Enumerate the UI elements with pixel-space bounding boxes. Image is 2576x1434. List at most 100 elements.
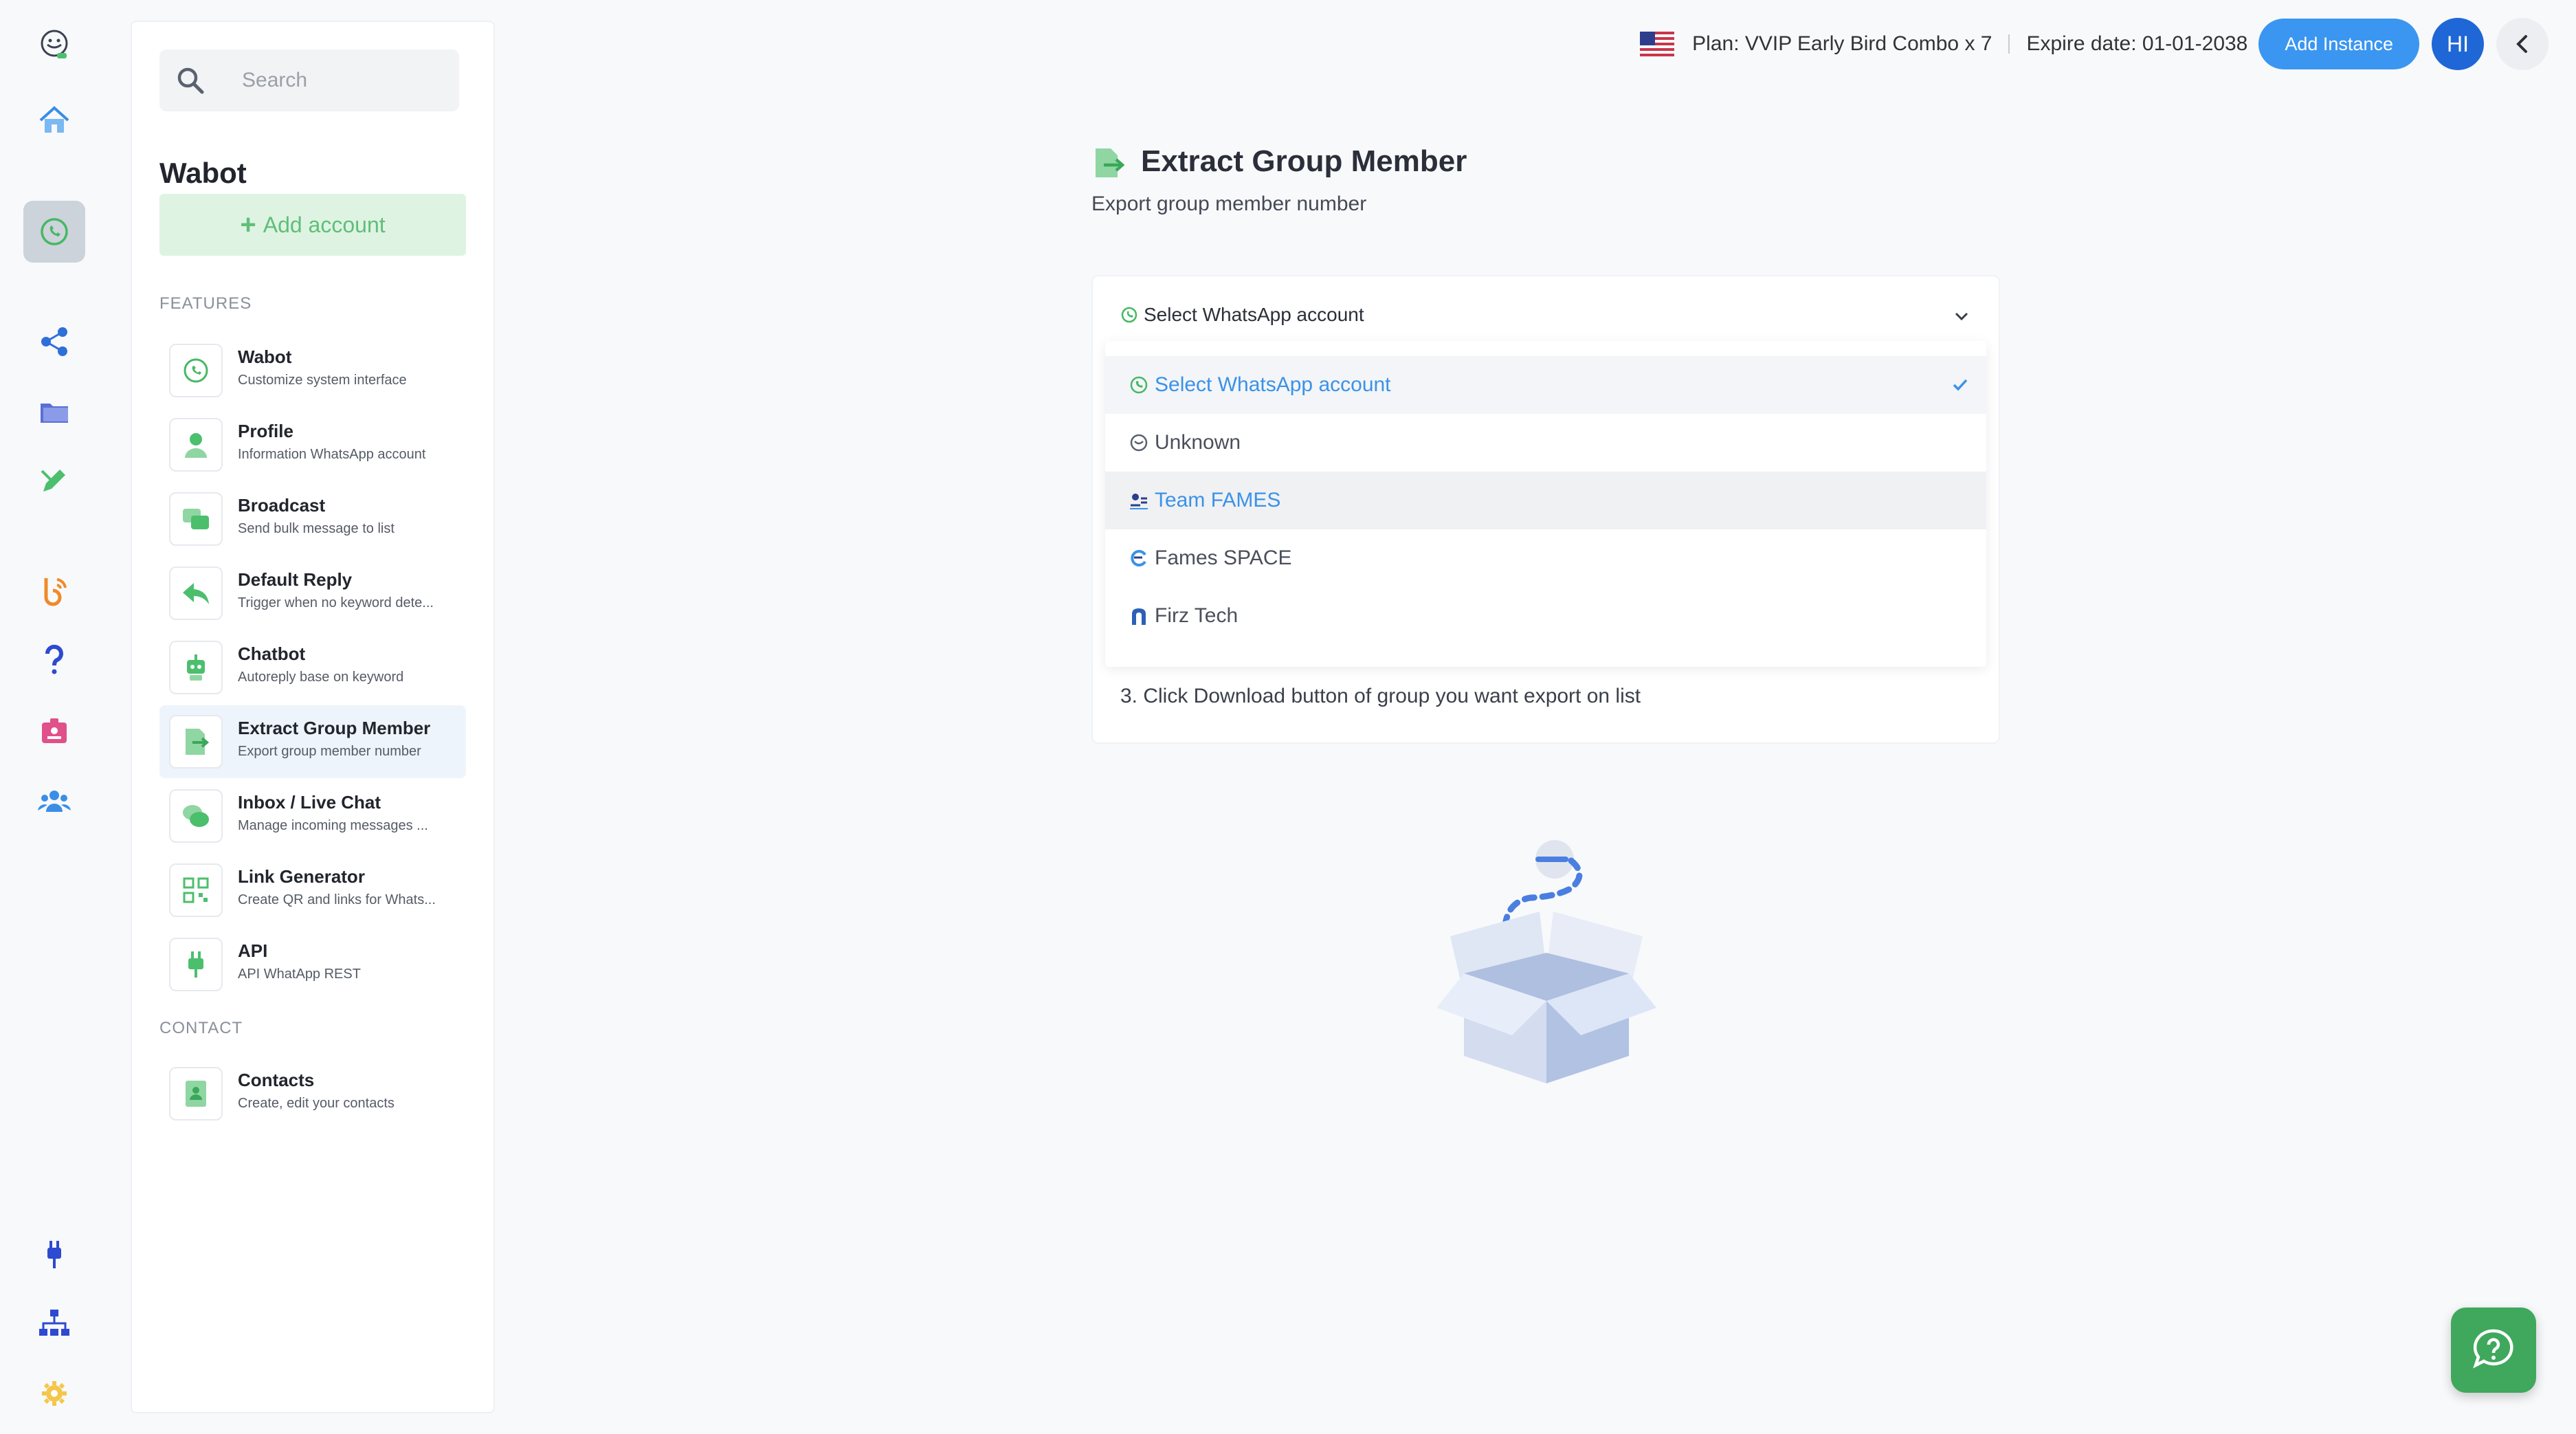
page-subtitle: Export group member number <box>1091 192 1367 215</box>
feature-title: Profile <box>238 421 293 441</box>
whatsapp-icon <box>1130 376 1148 394</box>
icon-rail <box>0 0 109 1434</box>
users-icon[interactable] <box>23 770 85 832</box>
logo-icon[interactable] <box>23 14 85 76</box>
feature-desc: Create, edit your contacts <box>238 1096 395 1111</box>
plus-icon: + <box>240 209 256 240</box>
feature-desc: Autoreply base on keyword <box>238 670 404 685</box>
contacts-icon <box>169 1067 223 1121</box>
feature-desc: Customize system interface <box>238 373 407 388</box>
feature-title: API <box>238 940 268 961</box>
page-title: Extract Group Member <box>1141 144 1467 178</box>
avatar[interactable]: HI <box>2432 18 2484 70</box>
feature-desc: Information WhatsApp account <box>238 447 426 462</box>
chevron-left-icon <box>2516 35 2527 53</box>
chevron-down-icon <box>1955 312 1968 321</box>
export-icon <box>1096 148 1125 177</box>
team-fames-logo-icon <box>1130 494 1148 509</box>
feature-broadcast[interactable]: Broadcast Send bulk message to list <box>159 483 466 555</box>
whatsapp-icon <box>1121 307 1137 323</box>
feature-title: Chatbot <box>238 643 306 664</box>
panel-title: Wabot <box>159 157 247 189</box>
help-icon[interactable] <box>23 628 85 690</box>
blog-icon[interactable] <box>23 560 85 621</box>
us-flag-icon[interactable] <box>1640 32 1675 56</box>
whatsapp-icon[interactable] <box>23 201 85 263</box>
help-chat-button[interactable] <box>2451 1308 2536 1393</box>
plan-text: Plan: VVIP Early Bird Combo x 7 <box>1692 32 1992 55</box>
feature-desc: Send bulk message to list <box>238 521 395 536</box>
feature-desc: Export group member number <box>238 744 421 759</box>
option-label: Team FAMES <box>1155 489 1281 511</box>
feature-title: Extract Group Member <box>238 718 431 738</box>
whatsapp-icon <box>169 344 223 397</box>
pencil-icon[interactable] <box>23 450 85 511</box>
feature-title: Broadcast <box>238 495 326 516</box>
feature-title: Inbox / Live Chat <box>238 792 381 813</box>
option-firz-tech[interactable]: Firz Tech <box>1105 587 1986 645</box>
plug-icon[interactable] <box>23 1224 85 1286</box>
export-icon <box>169 715 223 769</box>
option-label: Fames SPACE <box>1155 547 1292 569</box>
qr-icon <box>169 863 223 917</box>
option-fames-space[interactable]: Fames SPACE <box>1105 529 1986 587</box>
search-icon <box>177 67 204 94</box>
instruction-step-3: 3. Click Download button of group you wa… <box>1120 685 1641 707</box>
expire-date-text: Expire date: 01-01-2038 <box>2026 32 2248 55</box>
add-account-label: Add account <box>263 212 386 237</box>
feature-wabot[interactable]: Wabot Customize system interface <box>159 334 466 407</box>
feature-desc: Manage incoming messages ... <box>238 818 428 833</box>
feature-title: Contacts <box>238 1070 315 1090</box>
contact-section-label: CONTACT <box>159 1019 243 1037</box>
feature-desc: API WhatApp REST <box>238 967 361 982</box>
feature-inbox-live-chat[interactable]: Inbox / Live Chat Manage incoming messag… <box>159 780 466 852</box>
home-icon[interactable] <box>23 89 85 151</box>
robot-icon <box>169 641 223 694</box>
sitemap-icon[interactable] <box>23 1292 85 1354</box>
option-label: Unknown <box>1155 431 1241 454</box>
feature-contacts[interactable]: Contacts Create, edit your contacts <box>159 1057 466 1130</box>
gear-icon[interactable] <box>23 1363 85 1424</box>
share-icon[interactable] <box>23 311 85 373</box>
account-dropdown-menu: Select WhatsApp account Unknown Team FAM… <box>1105 341 1986 667</box>
feature-title: Link Generator <box>238 866 365 887</box>
folder-icon[interactable] <box>23 381 85 443</box>
option-select-whatsapp-account[interactable]: Select WhatsApp account <box>1105 356 1986 414</box>
whatsapp-account-select[interactable]: Select WhatsApp account <box>1105 289 1986 341</box>
user-icon <box>169 418 223 472</box>
id-card-icon[interactable] <box>23 700 85 762</box>
feature-desc: Create QR and links for Whats... <box>238 892 436 907</box>
feature-chatbot[interactable]: Chatbot Autoreply base on keyword <box>159 631 466 704</box>
reply-icon <box>169 566 223 620</box>
feature-profile[interactable]: Profile Information WhatsApp account <box>159 408 466 481</box>
feature-default-reply[interactable]: Default Reply Trigger when no keyword de… <box>159 557 466 630</box>
unknown-avatar-icon <box>1130 434 1148 452</box>
search-box <box>159 49 459 111</box>
feature-link-generator[interactable]: Link Generator Create QR and links for W… <box>159 854 466 927</box>
option-team-fames[interactable]: Team FAMES <box>1105 472 1986 529</box>
chat-icon <box>169 789 223 843</box>
feature-api[interactable]: API API WhatApp REST <box>159 928 466 1001</box>
feature-title: Default Reply <box>238 569 353 590</box>
help-chat-icon <box>2473 1329 2513 1369</box>
feature-sidebar: Wabot + Add account FEATURES Wabot Custo… <box>131 21 495 1413</box>
empty-box-illustration <box>1436 840 1656 1083</box>
plug-icon <box>169 938 223 991</box>
check-icon <box>1953 379 1968 391</box>
top-bar: Plan: VVIP Early Bird Combo x 7 Expire d… <box>1640 18 2549 70</box>
fames-space-logo-icon <box>1131 550 1146 566</box>
divider <box>2008 34 2010 54</box>
option-label: Firz Tech <box>1155 604 1239 627</box>
feature-title: Wabot <box>238 346 292 367</box>
feature-desc: Trigger when no keyword dete... <box>238 595 434 610</box>
add-account-button[interactable]: + Add account <box>159 194 466 256</box>
broadcast-icon <box>169 492 223 546</box>
search-input[interactable] <box>242 65 441 96</box>
option-label: Select WhatsApp account <box>1155 373 1391 396</box>
select-value: Select WhatsApp account <box>1144 304 1364 325</box>
option-unknown[interactable]: Unknown <box>1105 414 1986 472</box>
add-instance-button[interactable]: Add Instance <box>2258 19 2419 69</box>
collapse-button[interactable] <box>2496 18 2549 70</box>
features-section-label: FEATURES <box>159 294 252 313</box>
feature-extract-group-member[interactable]: Extract Group Member Export group member… <box>159 705 466 778</box>
